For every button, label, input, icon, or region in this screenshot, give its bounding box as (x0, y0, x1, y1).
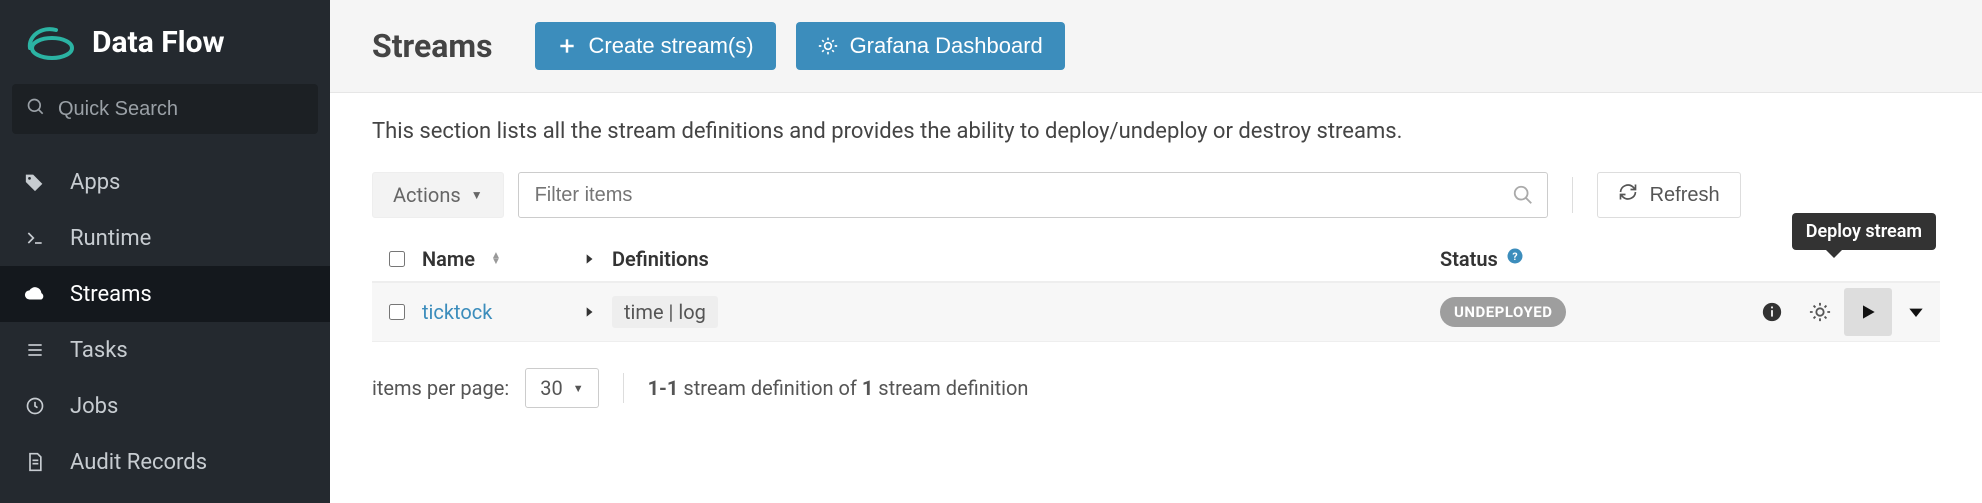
file-icon (24, 452, 46, 472)
stream-definition: time | log (612, 296, 718, 328)
sidebar-item-label: Tasks (70, 338, 128, 363)
items-per-page-label: items per page: (372, 376, 509, 400)
controls-row: Actions ▼ Refresh (372, 172, 1940, 218)
refresh-icon (1618, 182, 1638, 208)
topbar: Streams Create stream(s) Grafana Dashboa… (330, 0, 1982, 93)
caret-down-icon: ▼ (471, 188, 483, 202)
column-name[interactable]: Name (422, 247, 475, 271)
clock-icon (24, 396, 46, 416)
grafana-icon (818, 36, 838, 56)
pagination: items per page: 30 ▼ 1-1 stream definiti… (372, 342, 1940, 434)
status-badge: UNDEPLOYED (1440, 297, 1566, 327)
deploy-button[interactable] (1844, 288, 1892, 336)
svg-text:?: ? (1512, 250, 1517, 263)
sort-icon[interactable]: ▲▼ (491, 253, 505, 265)
row-checkbox[interactable] (389, 304, 405, 320)
plus-icon (557, 36, 577, 56)
caret-down-icon: ▼ (573, 382, 584, 395)
quick-search[interactable] (12, 84, 318, 134)
divider (623, 373, 624, 403)
tooltip-deploy-stream: Deploy stream (1792, 213, 1936, 250)
column-definitions: Definitions (612, 247, 709, 271)
row-actions (1748, 288, 1940, 336)
list-icon (24, 340, 46, 360)
table-header: Name ▲▼ Definitions Status ? (372, 236, 1940, 282)
expand-icon[interactable] (582, 247, 596, 271)
tags-icon (24, 171, 46, 193)
button-label: Refresh (1650, 184, 1720, 207)
filter-items[interactable] (518, 172, 1548, 218)
actions-dropdown[interactable]: Actions ▼ (372, 172, 504, 218)
actions-label: Actions (393, 183, 461, 207)
search-icon[interactable] (1499, 184, 1547, 206)
sidebar-item-label: Streams (70, 282, 152, 307)
sidebar-item-apps[interactable]: Apps (0, 154, 330, 210)
brand: Data Flow (0, 12, 330, 84)
quick-search-input[interactable] (58, 98, 323, 121)
grafana-row-button[interactable] (1796, 288, 1844, 336)
pagination-summary: 1-1 stream definition of 1 stream defini… (648, 376, 1029, 400)
cloud-icon (24, 283, 46, 305)
refresh-button[interactable]: Refresh (1597, 172, 1741, 218)
more-actions-button[interactable] (1892, 288, 1940, 336)
sidebar-item-runtime[interactable]: Runtime (0, 210, 330, 266)
main: Streams Create stream(s) Grafana Dashboa… (330, 0, 1982, 503)
sidebar-item-audit-records[interactable]: Audit Records (0, 434, 330, 490)
expand-row-icon[interactable] (582, 300, 596, 324)
divider (1572, 177, 1573, 213)
sidebar-item-jobs[interactable]: Jobs (0, 378, 330, 434)
sidebar-item-label: Jobs (70, 394, 118, 419)
grafana-dashboard-button[interactable]: Grafana Dashboard (796, 22, 1065, 70)
sidebar-item-label: Audit Records (70, 450, 207, 475)
table-row: ticktock time | log UNDEPLOYED (372, 282, 1940, 342)
brand-title: Data Flow (92, 25, 225, 60)
button-label: Create stream(s) (589, 33, 754, 59)
page-title: Streams (372, 27, 493, 65)
create-stream-button[interactable]: Create stream(s) (535, 22, 776, 70)
brand-logo-icon (22, 20, 78, 64)
total: 1 (862, 376, 873, 400)
terminal-icon (24, 228, 46, 248)
search-icon (26, 97, 46, 121)
page-size-value: 30 (540, 376, 562, 400)
column-status: Status (1440, 247, 1498, 271)
sidebar-item-streams[interactable]: Streams (0, 266, 330, 322)
range: 1-1 (648, 376, 679, 400)
filter-input[interactable] (519, 184, 1499, 207)
sidebar: Data Flow Apps (0, 0, 330, 503)
content: This section lists all the stream defini… (330, 93, 1982, 503)
details-button[interactable] (1748, 288, 1796, 336)
sidebar-item-label: Runtime (70, 226, 151, 251)
sidebar-item-tasks[interactable]: Tasks (0, 322, 330, 378)
select-all-checkbox[interactable] (389, 251, 405, 267)
sidebar-nav: Apps Runtime Streams Tasks (0, 148, 330, 490)
page-description: This section lists all the stream defini… (372, 119, 1940, 144)
button-label: Grafana Dashboard (850, 33, 1043, 59)
page-size-select[interactable]: 30 ▼ (525, 368, 598, 408)
stream-name-link[interactable]: ticktock (422, 300, 492, 324)
sidebar-item-label: Apps (70, 170, 120, 195)
help-icon[interactable]: ? (1506, 247, 1524, 270)
